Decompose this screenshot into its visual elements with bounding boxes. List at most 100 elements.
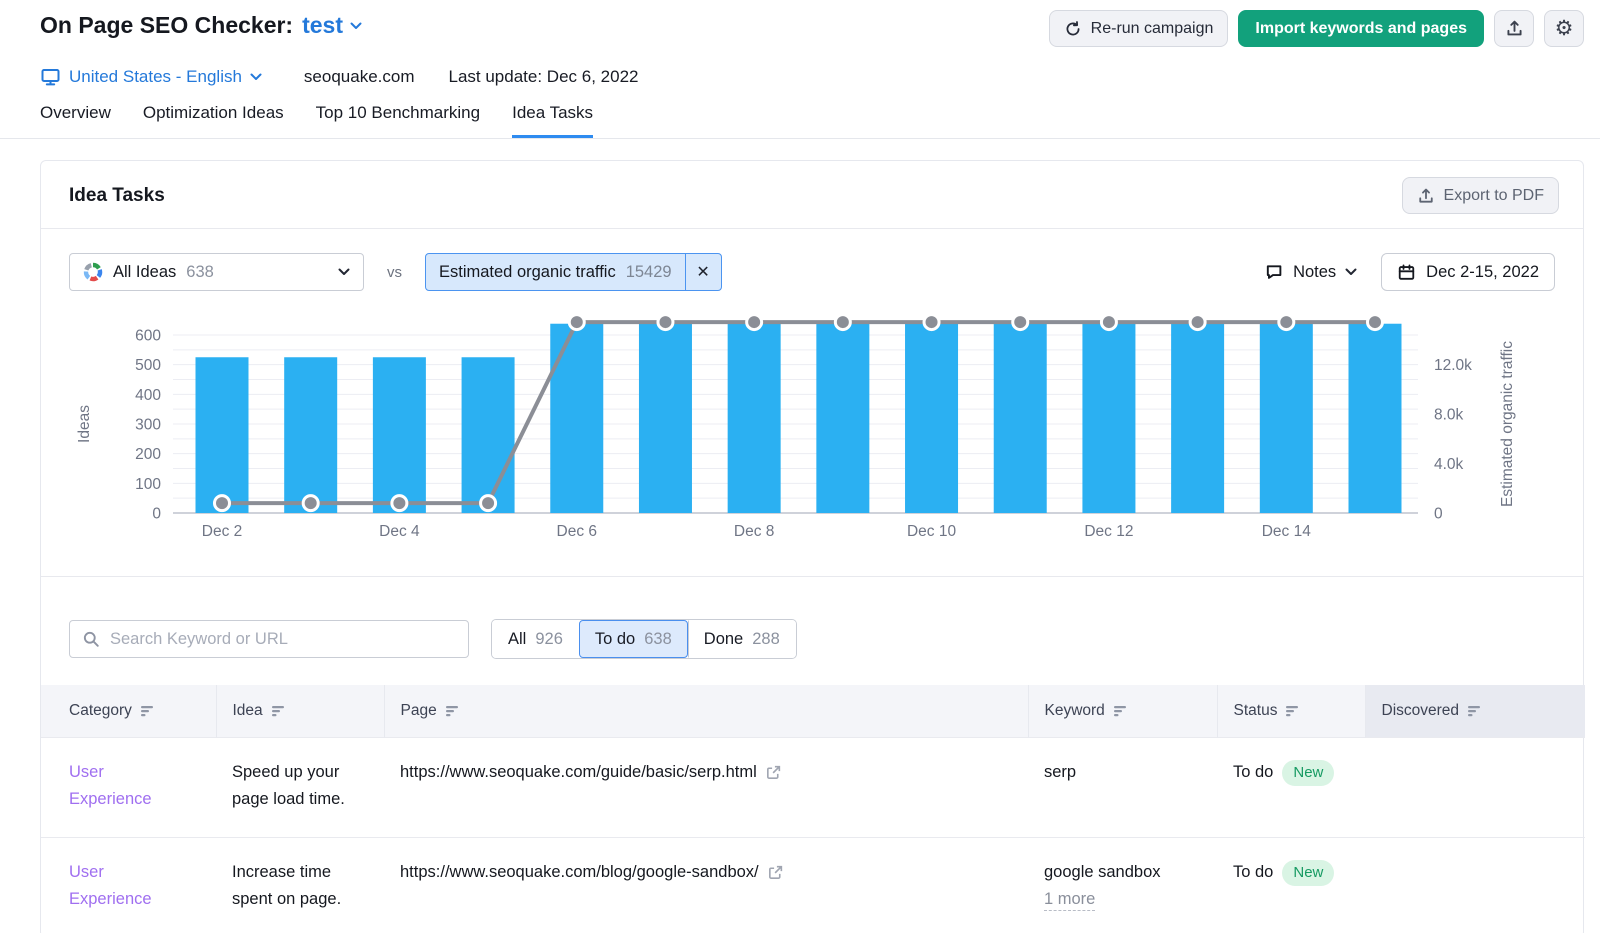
svg-text:Dec 6: Dec 6 <box>557 523 598 540</box>
tab-top10-benchmarking[interactable]: Top 10 Benchmarking <box>316 103 480 138</box>
column-header-discovered: Discovered <box>1365 685 1585 737</box>
settings-button[interactable]: ⚙ <box>1544 10 1584 47</box>
table-row: User Experience Increase time spent on p… <box>41 837 1585 933</box>
column-sort-discovered[interactable]: Discovered <box>1382 702 1586 720</box>
chart-filters: All Ideas 638 vs Estimated organic traff… <box>41 229 1583 291</box>
page-url[interactable]: https://www.seoquake.com/blog/google-san… <box>400 859 759 886</box>
locale-selector[interactable]: United States - English <box>40 67 262 87</box>
column-header-idea: Idea <box>216 685 384 737</box>
column-label: Category <box>69 702 132 720</box>
column-sort-page[interactable]: Page <box>401 702 1028 720</box>
rerun-campaign-label: Re-run campaign <box>1091 20 1214 38</box>
export-pdf-button[interactable]: Export to PDF <box>1402 177 1559 214</box>
chevron-down-icon <box>350 22 362 30</box>
svg-text:Dec 4: Dec 4 <box>379 523 420 540</box>
sort-icon <box>446 705 460 717</box>
project-domain: seoquake.com <box>304 67 415 87</box>
status-all-count: 926 <box>535 630 563 649</box>
ideas-filter-label: All Ideas <box>113 263 176 282</box>
metric-chip-value: 15429 <box>626 263 672 282</box>
vs-label: vs <box>387 264 402 281</box>
column-header-category: Category <box>41 685 216 737</box>
share-export-button[interactable] <box>1494 10 1534 47</box>
status-filter-all[interactable]: All 926 <box>492 620 579 658</box>
metric-chip-label: Estimated organic traffic <box>439 263 616 282</box>
svg-text:200: 200 <box>135 446 161 463</box>
keyword-text: serp <box>1044 763 1076 781</box>
keyword-more-link[interactable]: 1 more <box>1044 888 1095 911</box>
status-filter: All 926 To do 638 Done 288 <box>491 619 797 659</box>
campaign-name: test <box>302 12 343 39</box>
import-keywords-button[interactable]: Import keywords and pages <box>1238 10 1484 47</box>
column-label: Page <box>401 702 437 720</box>
export-pdf-label: Export to PDF <box>1444 187 1544 205</box>
svg-text:8.0k: 8.0k <box>1434 407 1464 424</box>
ideas-filter-count: 638 <box>186 263 214 282</box>
new-badge: New <box>1282 760 1334 786</box>
tab-bar: Overview Optimization Ideas Top 10 Bench… <box>0 103 1600 139</box>
svg-text:Dec 12: Dec 12 <box>1084 523 1133 540</box>
category-link[interactable]: User Experience <box>69 763 152 808</box>
monitor-icon <box>40 67 61 87</box>
sort-icon <box>1468 705 1482 717</box>
tab-overview[interactable]: Overview <box>40 103 111 138</box>
status-all-label: All <box>508 630 526 649</box>
sort-icon <box>272 705 286 717</box>
status-todo-count: 638 <box>644 630 672 649</box>
date-range-picker[interactable]: Dec 2-15, 2022 <box>1381 253 1555 291</box>
svg-text:12.0k: 12.0k <box>1434 357 1472 374</box>
search-icon <box>82 630 101 649</box>
status-done-count: 288 <box>752 630 780 649</box>
notes-label: Notes <box>1293 263 1336 282</box>
svg-text:Dec 8: Dec 8 <box>734 523 775 540</box>
svg-text:Dec 2: Dec 2 <box>202 523 243 540</box>
external-link-icon <box>765 764 782 781</box>
svg-text:0: 0 <box>152 506 161 523</box>
status-filter-todo[interactable]: To do 638 <box>579 620 688 658</box>
svg-text:Estimated organic traffic: Estimated organic traffic <box>1499 341 1516 507</box>
chevron-down-icon <box>1345 268 1357 276</box>
column-sort-keyword[interactable]: Keyword <box>1045 702 1217 720</box>
donut-chart-icon <box>83 262 103 282</box>
column-sort-category[interactable]: Category <box>69 702 216 720</box>
new-badge: New <box>1282 860 1334 886</box>
tab-idea-tasks[interactable]: Idea Tasks <box>512 103 593 138</box>
table-row: User Experience Speed up your page load … <box>41 737 1585 837</box>
idea-text: Speed up your page load time. <box>232 763 345 808</box>
chevron-down-icon <box>338 268 350 276</box>
sort-icon <box>1114 705 1128 717</box>
svg-text:500: 500 <box>135 357 161 374</box>
notes-dropdown[interactable]: Notes <box>1264 262 1357 282</box>
svg-text:4.0k: 4.0k <box>1434 456 1464 473</box>
search-field <box>69 620 469 658</box>
metric-chip-close-icon[interactable]: ✕ <box>685 254 721 290</box>
svg-text:Dec 10: Dec 10 <box>907 523 956 540</box>
ideas-filter-dropdown[interactable]: All Ideas 638 <box>69 253 364 291</box>
page-title: On Page SEO Checker: <box>40 12 293 39</box>
rerun-campaign-button[interactable]: Re-run campaign <box>1049 10 1229 47</box>
top-header: On Page SEO Checker: test Re-run campaig… <box>0 0 1600 47</box>
last-update: Last update: Dec 6, 2022 <box>449 67 639 87</box>
column-sort-idea[interactable]: Idea <box>233 702 384 720</box>
idea-tasks-card: Idea Tasks Export to PDF <box>40 160 1584 933</box>
column-header-status: Status <box>1217 685 1365 737</box>
status-filter-done[interactable]: Done 288 <box>688 620 796 658</box>
date-range-label: Dec 2-15, 2022 <box>1426 263 1539 282</box>
sort-icon <box>141 705 155 717</box>
svg-text:Ideas: Ideas <box>76 405 93 443</box>
idea-text: Increase time spent on page. <box>232 863 341 908</box>
search-input[interactable] <box>110 630 456 649</box>
page-url[interactable]: https://www.seoquake.com/guide/basic/ser… <box>400 759 757 786</box>
campaign-selector[interactable]: test <box>302 12 362 39</box>
column-sort-status[interactable]: Status <box>1234 702 1365 720</box>
status-done-label: Done <box>704 630 743 649</box>
card-title: Idea Tasks <box>69 185 165 207</box>
category-link[interactable]: User Experience <box>69 863 152 908</box>
svg-text:Dec 14: Dec 14 <box>1262 523 1311 540</box>
chart-area: 010020030040050060004.0k8.0k12.0kDec 2De… <box>41 291 1583 552</box>
tab-optimization-ideas[interactable]: Optimization Ideas <box>143 103 284 138</box>
svg-text:300: 300 <box>135 417 161 434</box>
locale-label: United States - English <box>69 67 242 87</box>
table-header: Category Idea Page Keyword <box>41 685 1585 737</box>
svg-text:400: 400 <box>135 387 161 404</box>
